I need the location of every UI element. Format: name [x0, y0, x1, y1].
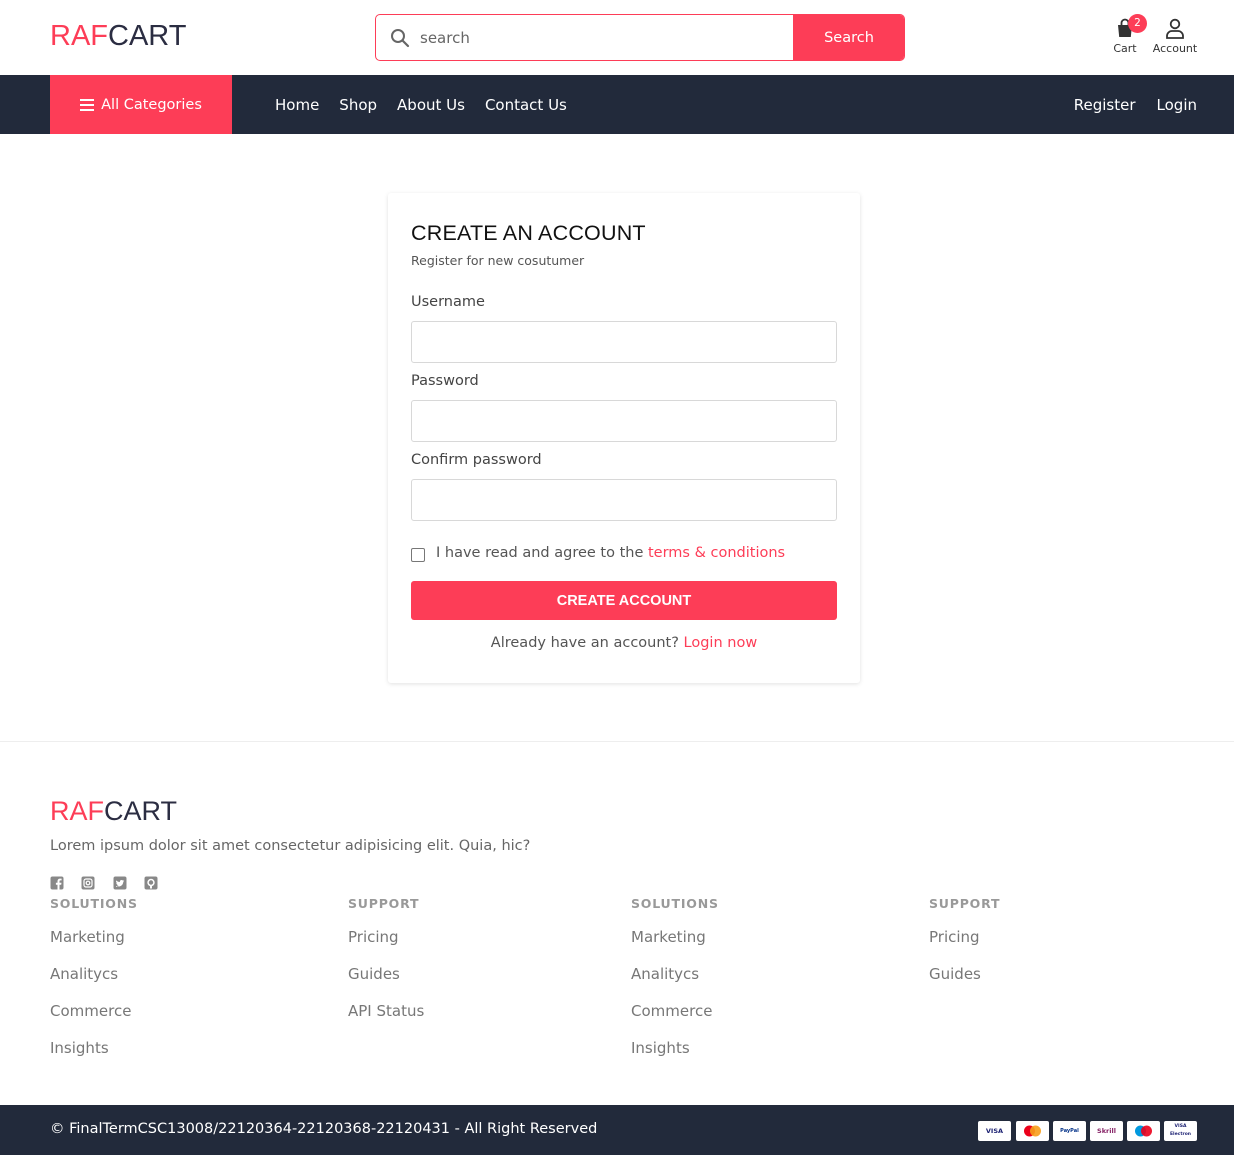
login-prompt: Already have an account? Login now: [388, 635, 860, 651]
terms-link[interactable]: terms & conditions: [648, 545, 785, 561]
footer-link[interactable]: Pricing: [348, 929, 424, 966]
user-icon: [1166, 18, 1184, 39]
footer-link[interactable]: Insights: [50, 1040, 138, 1077]
paypal-icon: PayPal: [1053, 1121, 1086, 1141]
confirm-password-label: Confirm password: [411, 452, 542, 468]
twitter-icon[interactable]: [113, 876, 127, 890]
username-label: Username: [411, 294, 485, 310]
footer-column-title: SUPPORT: [348, 896, 420, 911]
footer-column-title: SUPPORT: [929, 896, 1001, 911]
github-icon[interactable]: [144, 876, 158, 890]
agree-text: I have read and agree to the terms & con…: [436, 545, 785, 561]
form-title: CREATE AN ACCOUNT: [411, 221, 646, 245]
footer-logo[interactable]: RAFCART: [50, 796, 177, 827]
account-link[interactable]: Account: [1148, 17, 1202, 55]
search-button[interactable]: Search: [793, 15, 904, 60]
register-form-card: CREATE AN ACCOUNT Register for new cosut…: [388, 193, 860, 683]
paypal-label: PayPal: [1060, 1128, 1079, 1134]
instagram-icon[interactable]: [81, 876, 95, 890]
footer-link[interactable]: Analitycs: [631, 966, 719, 1003]
all-categories-label: All Categories: [101, 96, 202, 113]
footer-column-title: SOLUTIONS: [631, 896, 719, 911]
already-label: Already have an account?: [490, 635, 679, 651]
password-input[interactable]: [411, 400, 837, 442]
search-icon: [391, 29, 410, 48]
visa-electron-label: VISA Electron: [1169, 1124, 1191, 1137]
login-link[interactable]: Login: [1157, 96, 1197, 114]
facebook-icon[interactable]: [50, 876, 64, 890]
agree-checkbox[interactable]: [411, 548, 425, 562]
menu-icon: [80, 98, 95, 111]
agree-label: I have read and agree to the: [436, 545, 644, 561]
footer-link[interactable]: Guides: [929, 966, 1000, 1003]
visa-icon: VISA: [978, 1121, 1011, 1141]
footer-column-title: SOLUTIONS: [50, 896, 138, 911]
footer-link[interactable]: API Status: [348, 1003, 424, 1040]
search-input[interactable]: [420, 15, 792, 60]
copyright-bar: © FinalTermCSC13008/22120364-22120368-22…: [0, 1105, 1234, 1155]
footer-column-support: SUPPORT Pricing Guides API Status: [348, 896, 424, 1040]
logo-text: CART: [108, 20, 187, 52]
header: RAFCART Search 2 Cart Account: [0, 0, 1234, 75]
register-link[interactable]: Register: [1074, 96, 1136, 114]
confirm-password-input[interactable]: [411, 479, 837, 521]
footer-link[interactable]: Guides: [348, 966, 424, 1003]
form-subtitle: Register for new cosutumer: [411, 253, 585, 268]
login-now-link[interactable]: Login now: [684, 635, 758, 651]
auth-links: Register Login: [1074, 75, 1197, 134]
mastercard-logo: [1024, 1125, 1041, 1137]
nav-link-contact[interactable]: Contact Us: [485, 96, 567, 114]
cart-link[interactable]: 2 Cart: [1108, 14, 1147, 55]
account-label: Account: [1152, 42, 1198, 55]
footer-column-support-2: SUPPORT Pricing Guides: [929, 896, 1000, 1003]
logo-text-accent: RAF: [50, 20, 108, 52]
cart-label: Cart: [1113, 42, 1137, 55]
footer-column-solutions: SOLUTIONS Marketing Analitycs Commerce I…: [50, 896, 138, 1077]
main-navigation: All Categories Home Shop About Us Contac…: [0, 75, 1234, 134]
footer-link[interactable]: Commerce: [50, 1003, 138, 1040]
footer-link[interactable]: Pricing: [929, 929, 1000, 966]
footer-link[interactable]: Commerce: [631, 1003, 719, 1040]
skrill-icon: Skrill: [1090, 1121, 1123, 1141]
username-input[interactable]: [411, 321, 837, 363]
logo[interactable]: RAFCART: [50, 20, 186, 53]
visa-label: VISA: [985, 1127, 1004, 1135]
footer-column-solutions-2: SOLUTIONS Marketing Analitycs Commerce I…: [631, 896, 719, 1077]
mastercard-icon: [1016, 1121, 1049, 1141]
all-categories-button[interactable]: All Categories: [50, 75, 232, 134]
cart-count-badge: 2: [1128, 14, 1147, 33]
footer-link[interactable]: Analitycs: [50, 966, 138, 1003]
footer-logo-text: CART: [104, 796, 178, 826]
nav-link-home[interactable]: Home: [275, 96, 319, 114]
maestro-icon: [1127, 1121, 1160, 1141]
search-bar: Search: [375, 14, 905, 61]
footer-link[interactable]: Insights: [631, 1040, 719, 1077]
nav-link-shop[interactable]: Shop: [339, 96, 377, 114]
visa-electron-icon: VISA Electron: [1164, 1121, 1197, 1141]
copyright-text: © FinalTermCSC13008/22120364-22120368-22…: [50, 1121, 598, 1137]
footer-description: Lorem ipsum dolor sit amet consectetur a…: [50, 838, 531, 854]
skrill-label: Skrill: [1097, 1127, 1116, 1135]
maestro-logo: [1135, 1125, 1152, 1137]
footer-divider: [0, 741, 1234, 742]
footer-link[interactable]: Marketing: [631, 929, 719, 966]
footer-logo-accent: RAF: [50, 796, 104, 826]
nav-links: Home Shop About Us Contact Us: [275, 75, 587, 134]
nav-link-about[interactable]: About Us: [397, 96, 465, 114]
password-label: Password: [411, 373, 479, 389]
footer-link[interactable]: Marketing: [50, 929, 138, 966]
create-account-button[interactable]: CREATE ACCOUNT: [411, 581, 837, 620]
